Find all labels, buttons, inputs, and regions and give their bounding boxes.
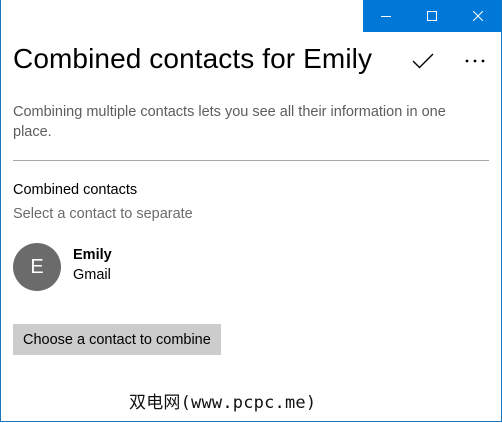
- contact-source: Gmail: [73, 267, 111, 283]
- contact-text: Emily Gmail: [73, 245, 112, 285]
- contact-window: Combined contacts for Emily Combining mu…: [0, 0, 502, 422]
- section-title: Combined contacts: [13, 182, 138, 198]
- header-actions: [391, 44, 495, 78]
- save-button[interactable]: [403, 44, 443, 78]
- page-title: Combined contacts for Emily: [13, 43, 373, 74]
- watermark-text: 双电网(www.pcpc.me): [129, 393, 317, 413]
- avatar: E: [13, 243, 61, 291]
- minimize-icon: [381, 16, 391, 17]
- choose-contact-button[interactable]: Choose a contact to combine: [13, 324, 221, 355]
- checkmark-icon: [412, 53, 434, 69]
- close-icon: [473, 11, 483, 21]
- minimize-button[interactable]: [363, 0, 409, 32]
- more-icon: [465, 59, 485, 63]
- contact-item-emily[interactable]: E Emily Gmail: [13, 243, 112, 291]
- contact-name: Emily: [73, 247, 112, 263]
- more-button[interactable]: [455, 44, 495, 78]
- close-button[interactable]: [455, 0, 501, 32]
- title-bar: [363, 0, 501, 32]
- divider: [13, 160, 489, 161]
- section-hint: Select a contact to separate: [13, 206, 193, 222]
- maximize-icon: [427, 11, 437, 21]
- maximize-button[interactable]: [409, 0, 455, 32]
- description-text: Combining multiple contacts lets you see…: [13, 104, 446, 140]
